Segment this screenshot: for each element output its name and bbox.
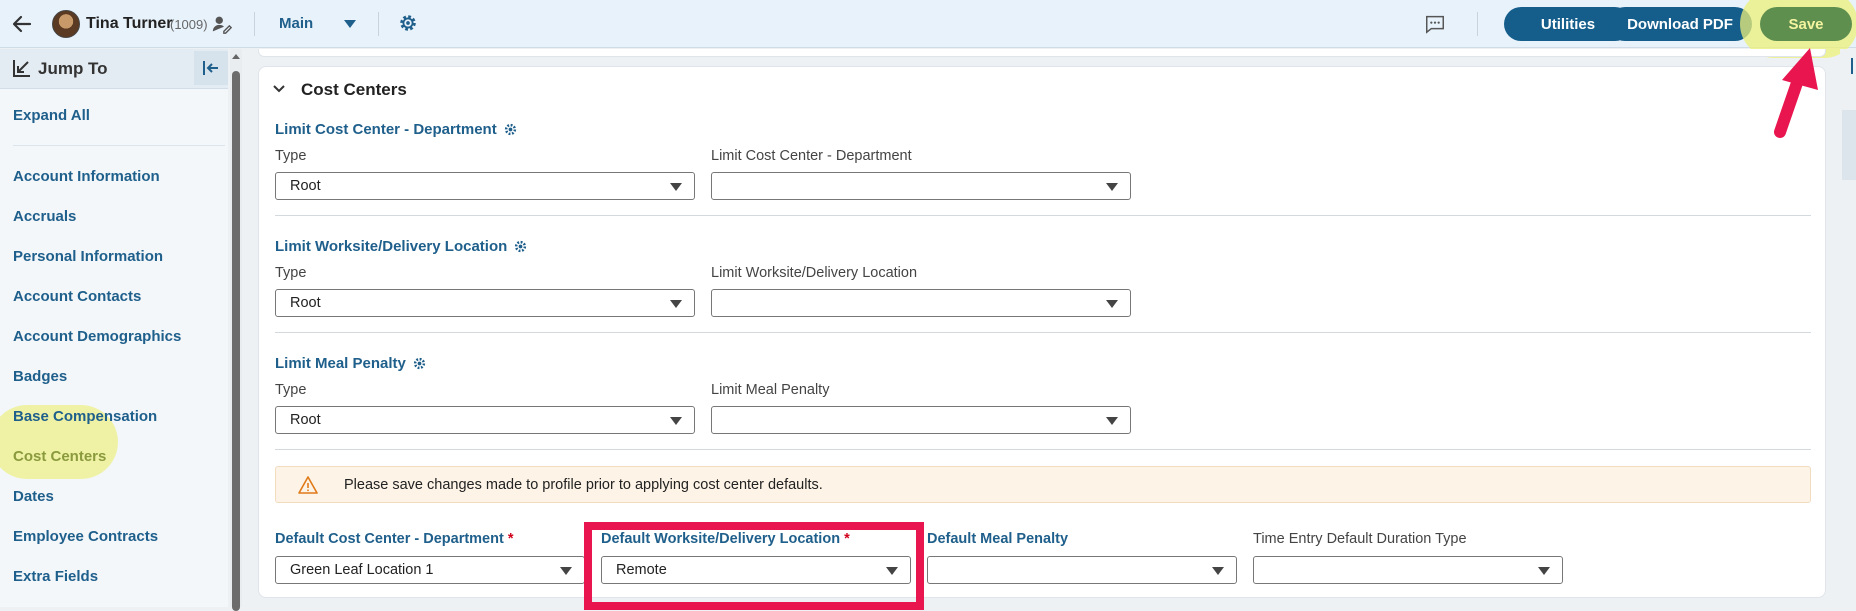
sidebar-scrollbar[interactable] [230,49,242,611]
divider [254,12,255,36]
duration-type-label: Time Entry Default Duration Type [1253,531,1467,547]
select-value: Green Leaf Location 1 [290,562,434,578]
caret-down-icon [670,300,682,308]
default-meal-penalty-select[interactable] [927,556,1237,584]
group-title-text: Limit Cost Center - Department [275,121,497,138]
divider [275,449,1811,450]
caret-down-icon [1106,183,1118,191]
sidebar-item-dates[interactable]: Dates [13,488,54,505]
save-button[interactable]: Save [1760,7,1852,41]
group-title-limit-cost-center: Limit Cost Center - Department [275,121,518,138]
gear-icon[interactable] [513,239,528,254]
group-title-text: Limit Worksite/Delivery Location [275,238,508,255]
divider [13,145,225,146]
chat-icon[interactable] [1424,13,1446,35]
sidebar-item-accruals[interactable]: Accruals [13,208,76,225]
limit-label: Limit Worksite/Delivery Location [711,265,918,281]
view-selector-label[interactable]: Main [279,15,313,32]
user-name: Tina Turner [86,15,173,32]
warning-text: Please save changes made to profile prio… [344,477,823,493]
right-panel-marker [1851,58,1853,74]
select-value: Root [290,295,321,311]
required-mark: * [507,531,514,547]
select-value: Root [290,178,321,194]
divider [1477,12,1478,36]
label-text: Default Cost Center - Department [275,531,504,547]
type-label: Type [275,382,307,398]
divider [275,215,1811,216]
group-title-limit-worksite: Limit Worksite/Delivery Location [275,238,528,255]
type-select-meal-penalty[interactable]: Root [275,406,695,434]
limit-label: Limit Cost Center - Department [711,148,912,164]
sidebar-item-extra-fields[interactable]: Extra Fields [13,568,98,585]
limit-label: Limit Meal Penalty [711,382,830,398]
default-cost-center-select[interactable]: Green Leaf Location 1 [275,556,585,584]
cost-centers-section: Cost Centers Limit Cost Center - Departm… [258,66,1826,598]
sidebar-item-account-demographics[interactable]: Account Demographics [13,328,181,345]
annotation-highlight-box [584,522,924,610]
caret-down-icon [670,417,682,425]
type-select-cost-center[interactable]: Root [275,172,695,200]
duration-type-select[interactable] [1253,556,1563,584]
user-id: (1009) [170,17,208,32]
limit-select-cost-center[interactable] [711,172,1131,200]
select-value: Root [290,412,321,428]
sidebar-item-account-information[interactable]: Account Information [13,168,160,185]
divider [275,332,1811,333]
caret-down-icon[interactable] [343,18,357,30]
warning-icon [298,476,318,494]
group-title-text: Limit Meal Penalty [275,355,406,372]
sidebar-item-employee-contracts[interactable]: Employee Contracts [13,528,158,545]
sidebar-item-cost-centers[interactable]: Cost Centers [13,448,106,465]
default-cost-center-label: Default Cost Center - Department * [275,531,514,547]
avatar[interactable] [52,10,80,38]
back-arrow-icon[interactable] [10,12,34,36]
annotation-arrow-icon [1774,48,1818,138]
limit-select-meal-penalty[interactable] [711,406,1131,434]
expand-all-link[interactable]: Expand All [13,107,90,124]
sidebar-item-badges[interactable]: Badges [13,368,67,385]
type-label: Type [275,148,307,164]
collapse-sidebar-button[interactable] [194,51,228,85]
caret-down-icon [1538,567,1550,575]
default-meal-penalty-label: Default Meal Penalty [927,531,1069,547]
sidebar-item-account-contacts[interactable]: Account Contacts [13,288,141,305]
caret-down-icon [670,183,682,191]
top-bar: Tina Turner (1009) Main Utilities Downlo… [0,0,1856,58]
scroll-up-icon[interactable] [231,51,241,61]
download-pdf-button[interactable]: Download PDF [1608,7,1752,41]
caret-down-icon [1212,567,1224,575]
limit-select-worksite[interactable] [711,289,1131,317]
scrollbar-thumb[interactable] [232,71,240,611]
previous-section-edge [258,49,1826,57]
caret-down-icon [560,567,572,575]
type-label: Type [275,265,307,281]
sidebar-item-base-compensation[interactable]: Base Compensation [13,408,157,425]
right-panel-tab[interactable] [1842,110,1856,180]
user-edit-icon[interactable] [211,13,233,35]
caret-down-icon [1106,417,1118,425]
collapse-left-icon [203,61,218,75]
gear-icon[interactable] [412,356,427,371]
divider [378,12,379,36]
gear-icon[interactable] [503,122,518,137]
chevron-down-icon[interactable] [271,81,287,97]
jump-to-header: Jump To [0,49,228,89]
jump-arrow-icon [13,60,30,77]
type-select-worksite[interactable]: Root [275,289,695,317]
jump-to-title: Jump To [38,59,108,78]
jump-to-sidebar: Jump To Expand All Account Information A… [0,49,228,607]
caret-down-icon [1106,300,1118,308]
warning-banner: Please save changes made to profile prio… [275,466,1811,503]
gear-icon[interactable] [397,12,419,34]
sidebar-item-personal-information[interactable]: Personal Information [13,248,163,265]
group-title-limit-meal-penalty: Limit Meal Penalty [275,355,427,372]
section-title: Cost Centers [301,80,407,99]
